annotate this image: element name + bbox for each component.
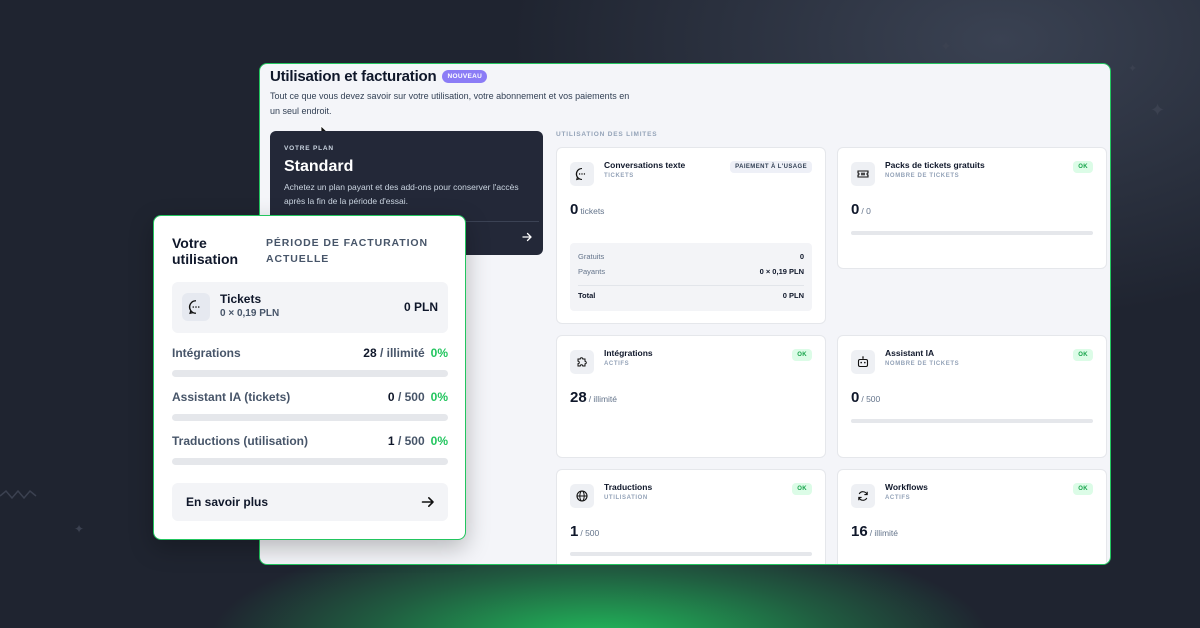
progress-bar bbox=[172, 414, 448, 421]
card-title: Packs de tickets gratuits bbox=[885, 160, 985, 170]
status-badge: PAIEMENT À L'USAGE bbox=[730, 161, 812, 173]
usage-panel: Votre utilisation PÉRIODE DE FACTURATION… bbox=[153, 215, 466, 540]
usage-card-translations: Traductions UTILISATION OK 1/ 500 bbox=[556, 469, 826, 564]
robot-icon bbox=[851, 350, 875, 374]
usage-card-conversations: Conversations texte TICKETS PAIEMENT À L… bbox=[556, 147, 826, 324]
usage-value: 28 / illimité 0% bbox=[363, 346, 448, 360]
tickets-detail: 0 × 0,19 PLN bbox=[220, 308, 280, 319]
sparkle-icon: ✦ bbox=[940, 38, 952, 54]
status-badge: OK bbox=[1073, 161, 1093, 173]
status-badge: OK bbox=[792, 483, 812, 495]
page-subtitle: Tout ce que vous devez savoir sur votre … bbox=[270, 91, 630, 116]
new-badge: NOUVEAU bbox=[442, 70, 488, 83]
card-title: Workflows bbox=[885, 482, 928, 492]
card-subtitle: ACTIFS bbox=[604, 361, 630, 367]
card-value: 28/ illimité bbox=[570, 389, 618, 406]
sparkle-icon: ✦ bbox=[1128, 63, 1138, 75]
progress-bar bbox=[172, 370, 448, 377]
page-title: Utilisation et facturation bbox=[270, 68, 437, 85]
card-title: Conversations texte bbox=[604, 160, 686, 170]
learn-more-button[interactable]: En savoir plus bbox=[172, 483, 448, 521]
card-value: 0 tickets bbox=[570, 201, 605, 218]
learn-more-label: En savoir plus bbox=[186, 495, 269, 509]
plan-label: VOTRE PLAN bbox=[284, 145, 334, 152]
tickets-price: 0 PLN bbox=[403, 300, 438, 314]
card-subtitle: UTILISATION bbox=[604, 495, 648, 501]
sparkle-icon: ✦ bbox=[1150, 100, 1166, 120]
card-title: Traductions bbox=[604, 482, 653, 492]
status-badge: OK bbox=[1073, 483, 1093, 495]
card-value: 16/ illimité bbox=[851, 523, 899, 540]
plan-description: Achetez un plan payant et des add-ons po… bbox=[284, 182, 519, 206]
tickets-label: Tickets bbox=[220, 292, 262, 306]
breakdown-total: Total 0 PLN bbox=[578, 291, 804, 300]
globe-icon bbox=[570, 484, 594, 508]
refresh-icon bbox=[851, 484, 875, 508]
divider bbox=[578, 285, 804, 286]
card-value: 0/ 0 bbox=[851, 201, 871, 218]
tickets-summary: Tickets 0 × 0,19 PLN 0 PLN bbox=[172, 282, 448, 333]
status-badge: OK bbox=[792, 349, 812, 361]
progress-bar bbox=[851, 419, 1093, 423]
ticket-icon bbox=[851, 162, 875, 186]
progress-bar bbox=[851, 231, 1093, 235]
page-header: Utilisation et facturation NOUVEAU bbox=[270, 68, 488, 85]
limits-section-label: UTILISATION DES LIMITES bbox=[556, 131, 658, 138]
chat-icon bbox=[570, 162, 594, 186]
usage-label: Intégrations bbox=[172, 346, 241, 360]
usage-label: Traductions (utilisation) bbox=[172, 434, 309, 448]
progress-bar bbox=[172, 458, 448, 465]
status-badge: OK bbox=[1073, 349, 1093, 361]
card-subtitle: NOMBRE DE TICKETS bbox=[885, 173, 960, 179]
ticket-breakdown: Gratuits 0 Payants 0 × 0,19 PLN Total 0 PLN bbox=[570, 243, 812, 311]
puzzle-icon bbox=[570, 350, 594, 374]
usage-card-integrations: Intégrations ACTIFS OK 28/ illimité bbox=[556, 335, 826, 458]
chat-icon bbox=[182, 293, 210, 321]
usage-card-ai-assistant: Assistant IA NOMBRE DE TICKETS OK 0/ 500 bbox=[837, 335, 1107, 458]
arrow-right-icon[interactable] bbox=[521, 231, 533, 243]
usage-label: Assistant IA (tickets) bbox=[172, 390, 291, 404]
plan-name: Standard bbox=[284, 158, 354, 175]
card-value: 0/ 500 bbox=[851, 389, 881, 406]
arrow-right-icon bbox=[421, 497, 434, 507]
card-title: Assistant IA bbox=[885, 348, 935, 358]
card-title: Intégrations bbox=[604, 348, 653, 358]
card-subtitle: TICKETS bbox=[604, 173, 634, 179]
breakdown-row: Gratuits 0 bbox=[578, 252, 804, 261]
card-subtitle: NOMBRE DE TICKETS bbox=[885, 361, 960, 367]
usage-panel-title: Votre utilisation bbox=[172, 235, 239, 267]
sparkle-icon: ✦ bbox=[74, 522, 85, 536]
squiggle-decoration bbox=[0, 489, 37, 500]
usage-card-ticket-packs: Packs de tickets gratuits NOMBRE DE TICK… bbox=[837, 147, 1107, 269]
card-value: 1/ 500 bbox=[570, 523, 600, 540]
progress-bar bbox=[570, 552, 812, 556]
usage-value: 1 / 500 0% bbox=[387, 434, 448, 448]
card-subtitle: ACTIFS bbox=[885, 495, 911, 501]
billing-period-label: PÉRIODE DE FACTURATION ACTUELLE bbox=[266, 237, 428, 265]
usage-value: 0 / 500 0% bbox=[387, 390, 448, 404]
usage-card-workflows: Workflows ACTIFS OK 16/ illimité bbox=[837, 469, 1107, 564]
breakdown-row: Payants 0 × 0,19 PLN bbox=[578, 267, 804, 276]
